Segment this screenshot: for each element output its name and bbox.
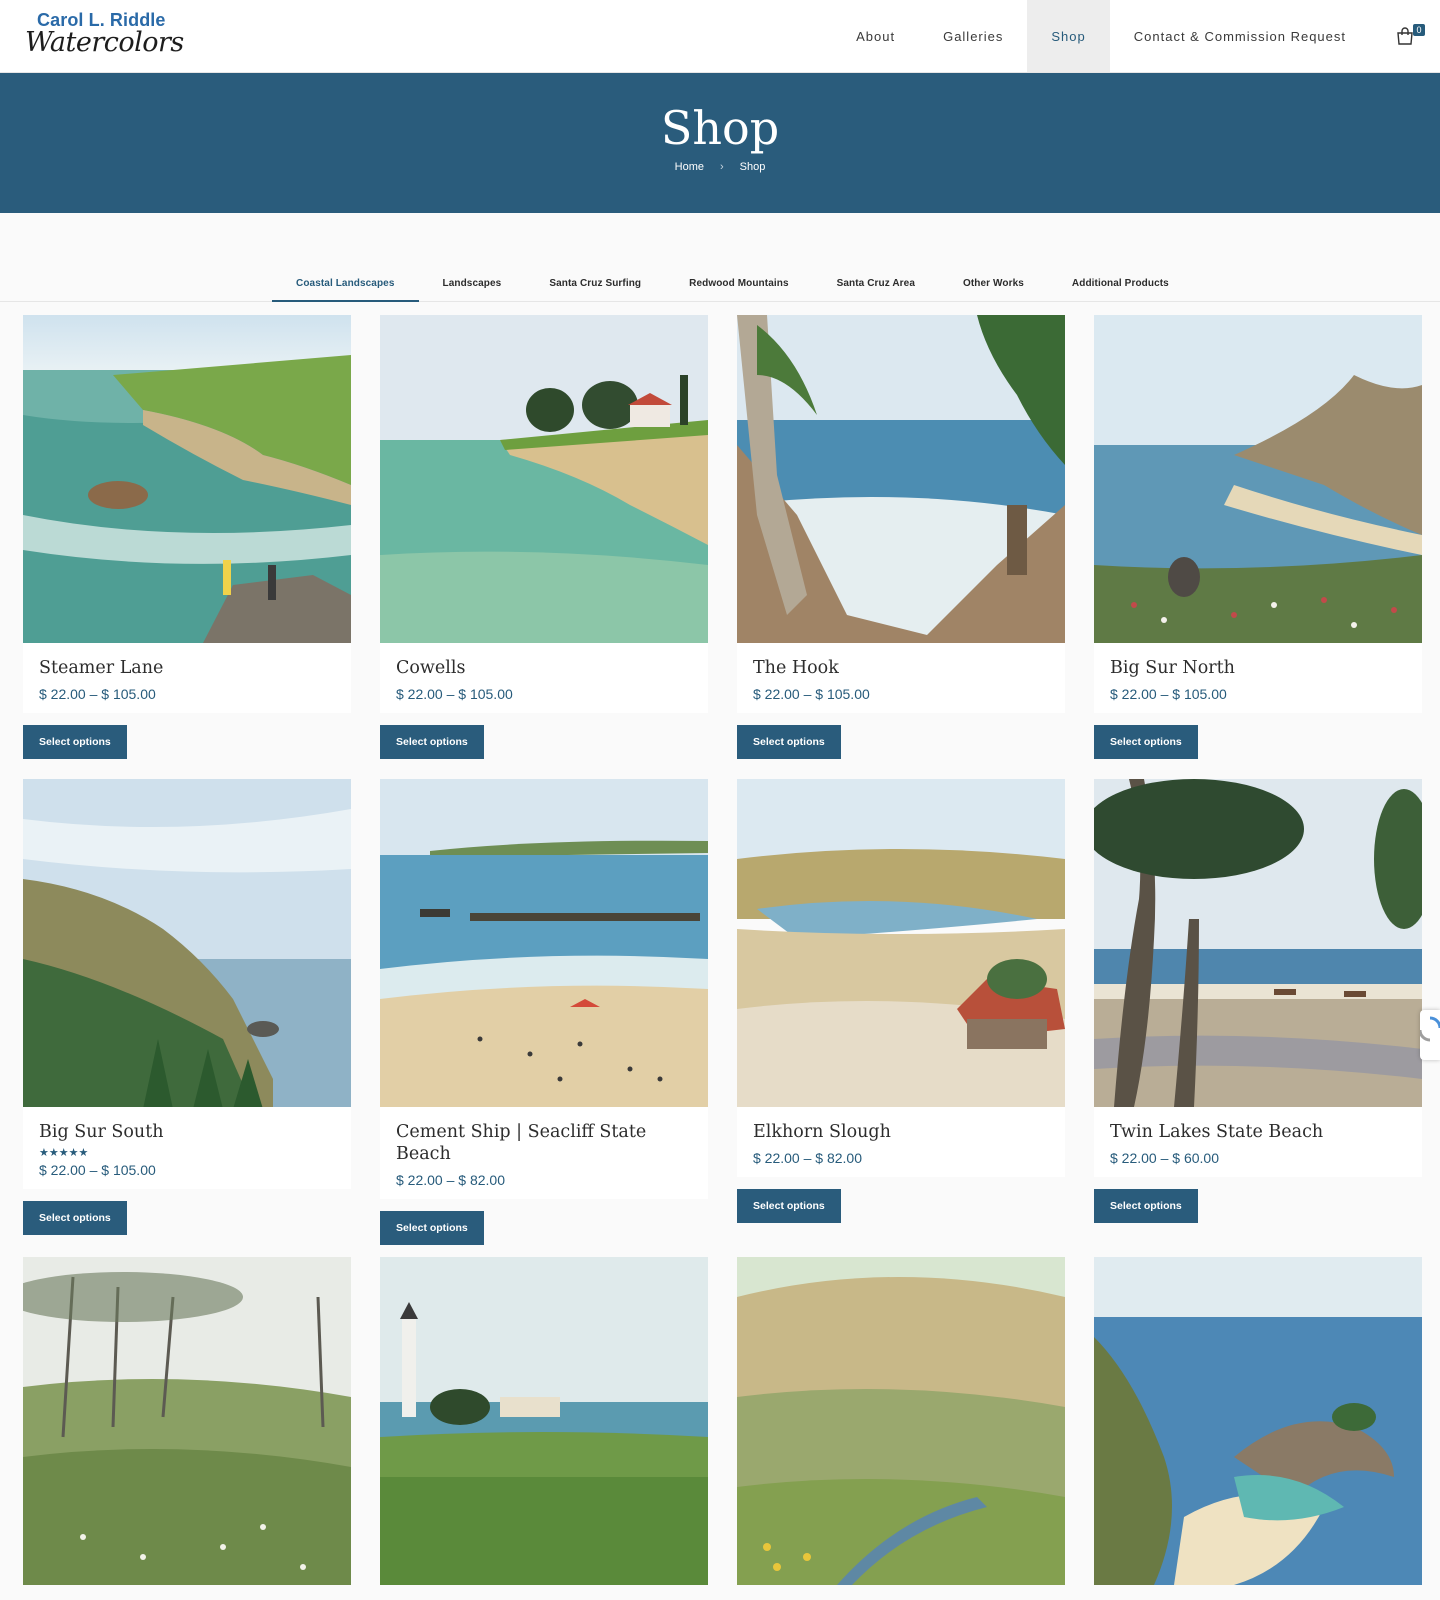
tab-additional-products[interactable]: Additional Products [1048,270,1193,302]
select-options-button[interactable]: Select options [23,1201,127,1235]
product-price: $ 22.00 – $ 82.00 [396,1172,505,1188]
product-card: Cement Ship | Seacliff State Beach $ 22.… [380,779,708,1245]
product-info: Cowells $ 22.00 – $ 105.00 [380,643,708,713]
product-info: Twin Lakes State Beach $ 22.00 – $ 60.00 [1094,1107,1422,1177]
product-image[interactable] [380,315,708,643]
product-card: Cowells $ 22.00 – $ 105.00 Select option… [380,315,708,759]
product-price: $ 22.00 – $ 60.00 [1110,1150,1219,1166]
cart-button[interactable]: 0 [1370,0,1440,72]
product-title[interactable]: The Hook [753,657,1049,679]
select-options-button[interactable]: Select options [380,725,484,759]
tab-santa-cruz-surfing[interactable]: Santa Cruz Surfing [525,270,665,302]
product-image[interactable] [737,1257,1065,1585]
breadcrumb-current: Shop [739,161,766,173]
tab-coastal-landscapes[interactable]: Coastal Landscapes [272,270,419,302]
product-card [380,1257,708,1585]
product-image[interactable] [1094,1257,1422,1585]
nav-contact[interactable]: Contact & Commission Request [1110,0,1370,72]
product-card [737,1257,1065,1585]
product-info: Elkhorn Slough $ 22.00 – $ 82.00 [737,1107,1065,1177]
product-title[interactable]: Elkhorn Slough [753,1121,1049,1143]
recaptcha-badge[interactable] [1420,1010,1440,1060]
cart-count-badge: 0 [1413,24,1425,36]
product-info: Big Sur North $ 22.00 – $ 105.00 [1094,643,1422,713]
product-title[interactable]: Big Sur North [1110,657,1406,679]
product-title[interactable]: Cement Ship | Seacliff State Beach [396,1121,692,1165]
nav-shop[interactable]: Shop [1027,0,1110,72]
page-banner: Shop Home › Shop [0,73,1440,213]
tab-redwood-mountains[interactable]: Redwood Mountains [665,270,812,302]
product-image[interactable] [380,1257,708,1585]
page-title: Shop [660,101,780,155]
product-image[interactable] [23,315,351,643]
product-info: Cement Ship | Seacliff State Beach $ 22.… [380,1107,708,1199]
product-title[interactable]: Cowells [396,657,692,679]
product-image[interactable] [1094,315,1422,643]
product-title[interactable]: Steamer Lane [39,657,335,679]
product-price: $ 22.00 – $ 105.00 [753,686,870,702]
product-price: $ 22.00 – $ 105.00 [39,686,156,702]
product-card: Elkhorn Slough $ 22.00 – $ 82.00 Select … [737,779,1065,1223]
recaptcha-icon [1420,1016,1440,1042]
tab-landscapes[interactable]: Landscapes [419,270,526,302]
product-info: The Hook $ 22.00 – $ 105.00 [737,643,1065,713]
site-header: Carol L. Riddle Watercolors About Galler… [0,0,1440,73]
product-price: $ 22.00 – $ 82.00 [753,1150,862,1166]
select-options-button[interactable]: Select options [737,725,841,759]
select-options-button[interactable]: Select options [23,725,127,759]
site-logo[interactable]: Carol L. Riddle Watercolors [25,10,184,62]
shopping-bag-icon [1397,27,1413,45]
product-price: $ 22.00 – $ 105.00 [39,1162,156,1178]
star-rating: ★★★★★ [39,1147,89,1159]
product-card: Big Sur South ★★★★★ $ 22.00 – $ 105.00 S… [23,779,351,1235]
breadcrumb: Home › Shop [0,161,1440,173]
product-image[interactable] [737,315,1065,643]
product-card: Steamer Lane $ 22.00 – $ 105.00 Select o… [23,315,351,759]
logo-script: Watercolors [25,27,184,58]
product-image[interactable] [737,779,1065,1107]
product-image[interactable] [380,779,708,1107]
select-options-button[interactable]: Select options [1094,725,1198,759]
nav-about[interactable]: About [832,0,919,72]
product-card: Big Sur North $ 22.00 – $ 105.00 Select … [1094,315,1422,759]
product-title[interactable]: Twin Lakes State Beach [1110,1121,1406,1143]
select-options-button[interactable]: Select options [380,1211,484,1245]
chevron-right-icon: › [719,161,724,173]
product-image[interactable] [23,1257,351,1585]
nav-galleries[interactable]: Galleries [919,0,1027,72]
tab-santa-cruz-area[interactable]: Santa Cruz Area [813,270,939,302]
product-info: Big Sur South ★★★★★ $ 22.00 – $ 105.00 [23,1107,351,1189]
product-image[interactable] [23,779,351,1107]
product-price: $ 22.00 – $ 105.00 [1110,686,1227,702]
product-card: The Hook $ 22.00 – $ 105.00 Select optio… [737,315,1065,759]
product-price: $ 22.00 – $ 105.00 [396,686,513,702]
tab-other-works[interactable]: Other Works [939,270,1048,302]
category-tabs: Coastal Landscapes Landscapes Santa Cruz… [272,270,1193,302]
product-info: Steamer Lane $ 22.00 – $ 105.00 [23,643,351,713]
product-card: Twin Lakes State Beach $ 22.00 – $ 60.00… [1094,779,1422,1223]
product-card [23,1257,351,1585]
product-card [1094,1257,1422,1585]
select-options-button[interactable]: Select options [1094,1189,1198,1223]
main-nav: About Galleries Shop Contact & Commissio… [832,0,1440,72]
breadcrumb-home[interactable]: Home [675,161,704,173]
product-title[interactable]: Big Sur South [39,1121,335,1143]
select-options-button[interactable]: Select options [737,1189,841,1223]
product-image[interactable] [1094,779,1422,1107]
